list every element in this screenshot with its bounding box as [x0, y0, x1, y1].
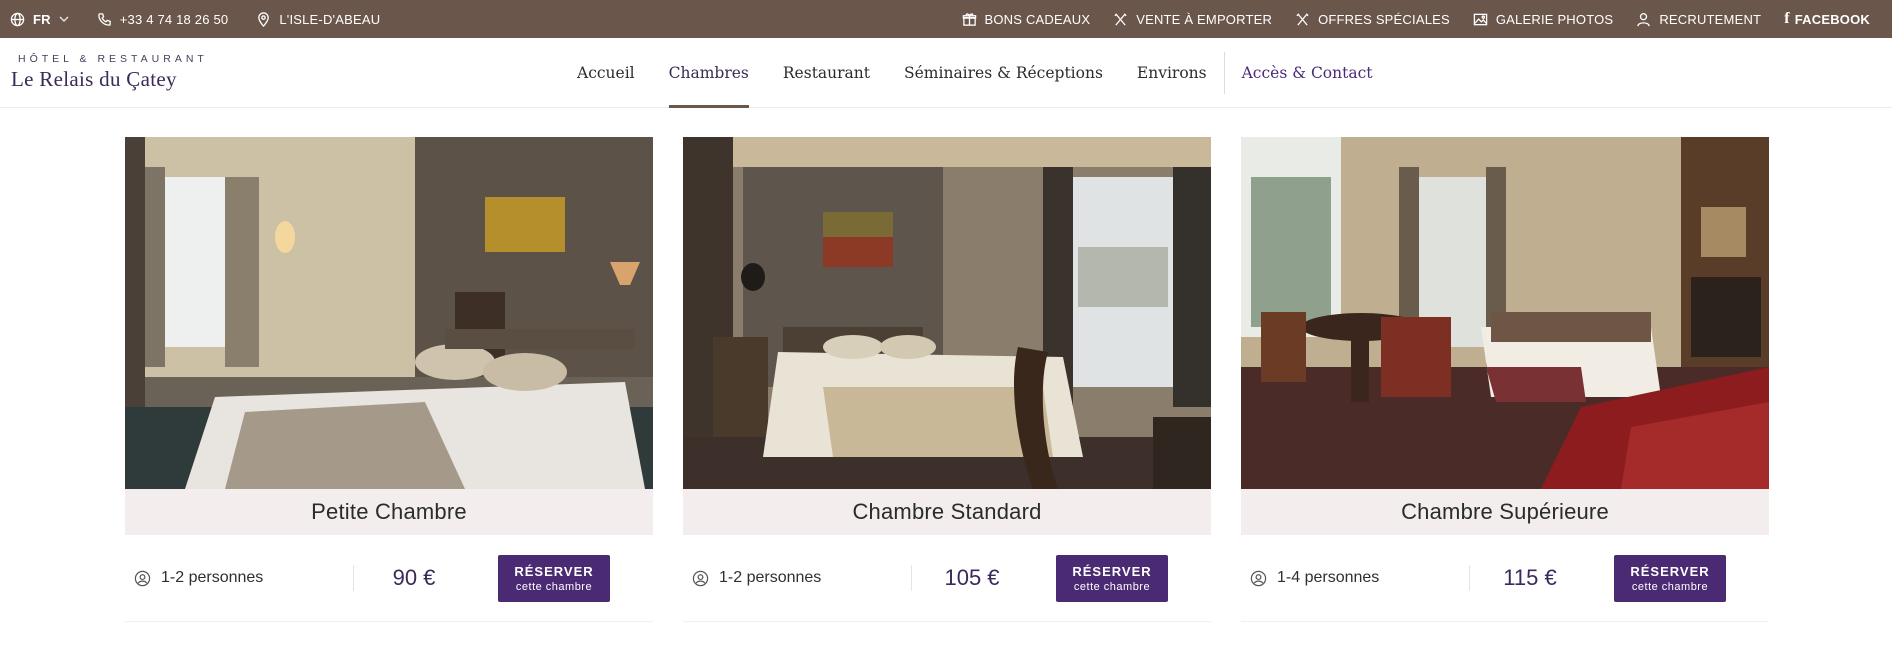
room-photo-image — [1241, 137, 1769, 489]
room-price: 115 € — [1503, 565, 1557, 590]
room-info: 1-2 personnes 90 € RÉSERVER cette chambr… — [125, 535, 653, 622]
reserve-button[interactable]: RÉSERVER cette chambre — [1056, 554, 1168, 602]
facebook-icon: f — [1784, 10, 1790, 27]
phone-link[interactable]: +33 4 74 18 26 50 — [97, 12, 229, 27]
reserve-button-label: RÉSERVER — [1072, 563, 1152, 579]
reserve-button-sublabel: cette chambre — [1631, 580, 1709, 593]
cutlery-icon — [1296, 12, 1309, 26]
nav-item-environs[interactable]: Environs — [1120, 38, 1224, 108]
room-photo[interactable] — [1241, 137, 1769, 489]
room-capacity-label: 1-2 personnes — [719, 569, 822, 586]
nav-item-contact[interactable]: Accès & Contact — [1225, 38, 1390, 108]
gift-icon — [962, 12, 976, 26]
location-label: L'ISLE-D'ABEAU — [279, 11, 381, 27]
special-offers-label: OFFRES SPÉCIALES — [1318, 11, 1450, 27]
room-title: Petite Chambre — [125, 489, 653, 535]
top-bar: FR +33 4 74 18 26 50 L'ISLE-D'ABEAU BONS… — [0, 0, 1892, 38]
reserve-button-label: RÉSERVER — [514, 563, 594, 579]
logo-name: Le Relais du Çatey — [11, 67, 177, 91]
room-photo-image — [125, 137, 653, 489]
room-price: 90 € — [392, 565, 436, 590]
reserve-button-label: RÉSERVER — [1630, 563, 1710, 579]
nav-item-seminaires[interactable]: Séminaires & Réceptions — [887, 38, 1120, 108]
room-card: Chambre Standard 1-2 personnes 105 € RÉS… — [683, 137, 1211, 622]
chevron-down-icon — [59, 16, 69, 22]
main-header: Hôtel & Restaurant Le Relais du Çatey Ac… — [0, 38, 1892, 108]
nav-item-chambres[interactable]: Chambres — [652, 38, 766, 108]
location-link[interactable]: L'ISLE-D'ABEAU — [256, 12, 380, 27]
room-photo[interactable] — [683, 137, 1211, 489]
photo-gallery-link[interactable]: GALERIE PHOTOS — [1473, 12, 1613, 27]
room-photo[interactable] — [125, 137, 653, 489]
room-capacity: 1-2 personnes — [125, 569, 353, 587]
reserve-button-sublabel: cette chambre — [1073, 580, 1151, 593]
reserve-button-sublabel: cette chambre — [515, 580, 593, 593]
room-photo-image — [683, 137, 1211, 489]
room-info: 1-2 personnes 105 € RÉSERVER cette chamb… — [683, 535, 1211, 622]
facebook-label: FACEBOOK — [1794, 11, 1870, 27]
globe-icon — [10, 12, 25, 26]
room-card: Petite Chambre 1-2 personnes 90 € RÉSERV… — [125, 137, 653, 622]
room-capacity: 1-4 personnes — [1241, 569, 1469, 587]
special-offers-link[interactable]: OFFRES SPÉCIALES — [1295, 12, 1450, 27]
reserve-button[interactable]: RÉSERVER cette chambre — [498, 554, 610, 602]
user-circle-icon — [134, 570, 151, 586]
top-bar-right: BONS CADEAUX VENTE À EMPORTER OFFRES SPÉ… — [939, 0, 1871, 38]
main-nav: Accueil Chambres Restaurant Séminaires &… — [560, 38, 1390, 108]
takeaway-link[interactable]: VENTE À EMPORTER — [1113, 12, 1272, 27]
room-capacity: 1-2 personnes — [683, 569, 911, 587]
room-info: 1-4 personnes 115 € RÉSERVER cette chamb… — [1241, 535, 1769, 622]
recruitment-link[interactable]: RECRUTEMENT — [1636, 12, 1761, 27]
map-pin-icon — [258, 11, 270, 27]
user-circle-icon — [1250, 570, 1267, 586]
language-label: FR — [33, 11, 51, 27]
site-logo[interactable]: Hôtel & Restaurant Le Relais du Çatey — [11, 53, 208, 92]
phone-icon — [97, 12, 111, 26]
takeaway-label: VENTE À EMPORTER — [1136, 11, 1273, 27]
room-capacity-label: 1-2 personnes — [161, 569, 264, 586]
room-capacity-label: 1-4 personnes — [1277, 569, 1380, 586]
photo-gallery-label: GALERIE PHOTOS — [1495, 11, 1614, 27]
gift-cards-label: BONS CADEAUX — [984, 11, 1091, 27]
room-card: Chambre Supérieure 1-4 personnes 115 € R… — [1241, 137, 1769, 622]
gift-cards-link[interactable]: BONS CADEAUX — [962, 12, 1091, 27]
room-title: Chambre Standard — [683, 489, 1211, 535]
image-icon — [1473, 13, 1488, 25]
nav-item-accueil[interactable]: Accueil — [560, 38, 652, 108]
recruitment-label: RECRUTEMENT — [1659, 11, 1762, 27]
room-title: Chambre Supérieure — [1241, 489, 1769, 535]
phone-number: +33 4 74 18 26 50 — [119, 11, 229, 27]
language-selector[interactable]: FR — [10, 12, 69, 27]
reserve-button[interactable]: RÉSERVER cette chambre — [1614, 554, 1726, 602]
user-circle-icon — [692, 570, 709, 586]
top-bar-left: FR +33 4 74 18 26 50 L'ISLE-D'ABEAU — [10, 0, 408, 38]
logo-tagline: Hôtel & Restaurant — [18, 53, 208, 65]
nav-item-restaurant[interactable]: Restaurant — [766, 38, 887, 108]
cutlery-icon — [1114, 12, 1127, 26]
facebook-link[interactable]: f FACEBOOK — [1784, 10, 1870, 28]
room-cards: Petite Chambre 1-2 personnes 90 € RÉSERV… — [125, 137, 1769, 622]
room-price: 105 € — [944, 565, 1000, 590]
user-icon — [1637, 12, 1651, 26]
